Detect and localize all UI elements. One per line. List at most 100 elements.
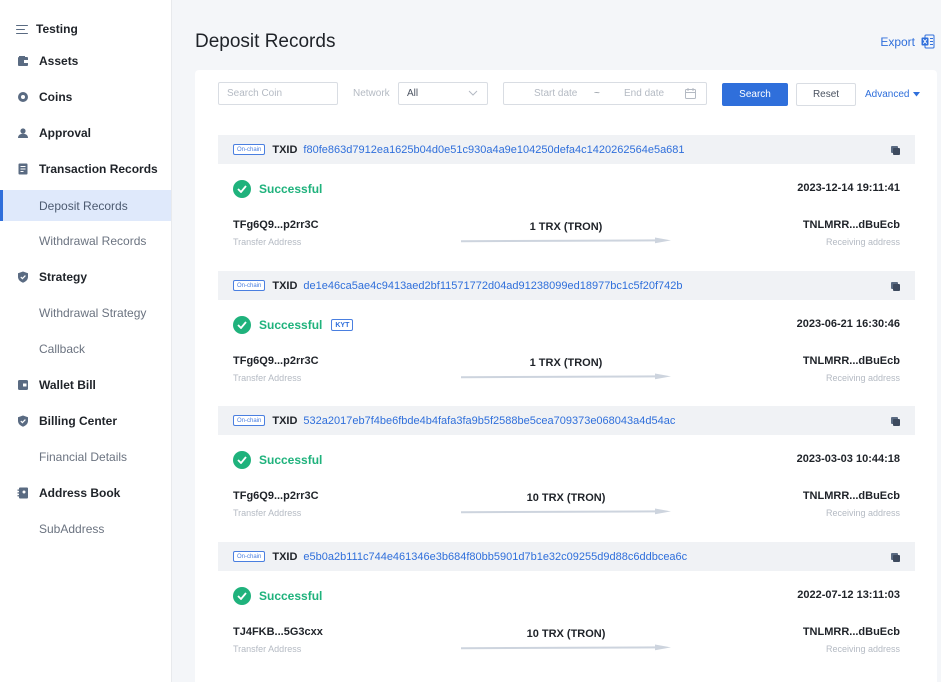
status: Successful: [233, 451, 322, 469]
check-circle-icon: [233, 587, 251, 605]
txid-link[interactable]: e5b0a2b111c744e461346e3b684f80bb5901d7b1…: [303, 551, 687, 563]
records-panel: Search Coin Network All Start date ~ End…: [195, 70, 937, 682]
wallet-icon: [17, 55, 29, 67]
sidebar-item-subaddress[interactable]: SubAddress: [0, 513, 171, 544]
record-time: 2022-07-12 13:11:03: [797, 589, 900, 601]
copy-icon[interactable]: [891, 417, 900, 426]
sidebar-item-withdrawal-records[interactable]: Withdrawal Records: [0, 225, 171, 256]
sidebar-item-deposit-records[interactable]: Deposit Records: [0, 190, 171, 221]
sidebar-item-strategy[interactable]: Strategy: [0, 261, 171, 292]
check-circle-icon: [233, 180, 251, 198]
bill-icon: [17, 379, 29, 391]
network-select[interactable]: All: [398, 82, 488, 105]
txid-link[interactable]: de1e46ca5ae4c9413aed2bf11571772d04ad9123…: [303, 280, 682, 292]
amount: 1 TRX (TRON): [529, 357, 603, 369]
caret-down-icon: [913, 92, 921, 97]
status-text: Successful: [259, 589, 323, 603]
sidebar-item-financial-details[interactable]: Financial Details: [0, 441, 171, 472]
transfer-address: TFg6Q9...p2rr3C: [233, 219, 319, 231]
txid-link[interactable]: 532a2017eb7f4be6fbde4b4fafa3fa9b5f2588be…: [303, 415, 675, 427]
receiving-address-label: Receiving address: [825, 237, 900, 247]
transfer-address: TFg6Q9...p2rr3C: [233, 355, 319, 367]
deposit-record: On-chain TXID f80fe863d7912ea1625b04d0e5…: [218, 135, 915, 265]
sidebar-item-callback[interactable]: Callback: [0, 333, 171, 364]
search-coin-input[interactable]: Search Coin: [218, 82, 338, 105]
status-text: Successful: [259, 453, 323, 467]
receiving-address-label: Receiving address: [825, 644, 900, 654]
transfer-address-label: Transfer Address: [233, 237, 302, 247]
sidebar-item-approval[interactable]: Approval: [0, 117, 171, 148]
record-time: 2023-03-03 10:44:18: [796, 453, 900, 465]
copy-icon[interactable]: [891, 146, 900, 155]
sidebar-item-billing-center[interactable]: Billing Center: [0, 405, 171, 436]
export-label: Export: [880, 34, 915, 49]
kyt-badge: KYT: [331, 319, 354, 331]
menu-icon[interactable]: [16, 24, 28, 34]
document-icon: [17, 163, 29, 175]
on-chain-badge: On-chain: [233, 144, 266, 155]
sidebar-item-withdrawal-strategy[interactable]: Withdrawal Strategy: [0, 297, 171, 328]
txid-link[interactable]: f80fe863d7912ea1625b04d0e51c930a4a9e1042…: [303, 144, 684, 156]
record-time: 2023-12-14 19:11:41: [797, 182, 900, 194]
sidebar-item-coins[interactable]: Coins: [0, 81, 171, 112]
sidebar-item-assets[interactable]: Assets: [0, 45, 171, 76]
book-icon: [17, 487, 29, 499]
receiving-address: TNLMRR...dBuEcb: [802, 626, 900, 638]
copy-icon[interactable]: [891, 282, 900, 291]
receiving-address: TNLMRR...dBuEcb: [802, 219, 900, 231]
record-header: On-chain TXID 532a2017eb7f4be6fbde4b4faf…: [218, 406, 915, 435]
check-circle-icon: [233, 451, 251, 469]
transfer-address: TJ4FKB...5G3cxx: [233, 626, 323, 638]
filter-bar: Search Coin Network All Start date ~ End…: [195, 70, 937, 120]
amount: 10 TRX (TRON): [526, 628, 606, 640]
start-date-input[interactable]: Start date: [534, 88, 577, 99]
end-date-input[interactable]: End date: [624, 88, 664, 99]
sidebar: Testing Assets Coins Approval Transactio…: [0, 0, 172, 682]
date-separator: ~: [594, 88, 600, 99]
status-text: Successful: [259, 182, 323, 196]
deposit-record: On-chain TXID de1e46ca5ae4c9413aed2bf115…: [218, 271, 915, 401]
arrow-right-icon: [461, 644, 671, 651]
transfer-address-label: Transfer Address: [233, 644, 302, 654]
calendar-icon: [685, 88, 696, 99]
transfer-address-label: Transfer Address: [233, 373, 302, 383]
amount: 1 TRX (TRON): [529, 221, 603, 233]
shield-icon: [17, 271, 29, 283]
status: Successful: [233, 587, 322, 605]
copy-icon[interactable]: [891, 553, 900, 562]
export-button[interactable]: Export: [880, 34, 935, 49]
txid-label: TXID: [272, 143, 298, 156]
excel-icon: [921, 34, 935, 49]
receiving-address-label: Receiving address: [825, 373, 900, 383]
workspace-name: Testing: [36, 22, 78, 36]
arrow-right-icon: [461, 373, 671, 380]
search-button[interactable]: Search: [722, 83, 788, 106]
date-range-picker[interactable]: Start date ~ End date: [503, 82, 707, 105]
arrow-right-icon: [461, 237, 671, 244]
shield-check-icon: [17, 415, 29, 427]
arrow-right-icon: [461, 508, 671, 515]
user-icon: [17, 127, 29, 139]
status-text: Successful: [259, 318, 323, 332]
receiving-address-label: Receiving address: [825, 508, 900, 518]
record-header: On-chain TXID e5b0a2b111c744e461346e3b68…: [218, 542, 915, 571]
deposit-record: On-chain TXID 532a2017eb7f4be6fbde4b4faf…: [218, 406, 915, 536]
coin-icon: [17, 91, 29, 103]
network-label: Network: [353, 88, 390, 99]
sidebar-header[interactable]: Testing: [0, 15, 171, 43]
txid-label: TXID: [272, 414, 298, 427]
amount: 10 TRX (TRON): [526, 492, 606, 504]
txid-label: TXID: [272, 550, 298, 563]
chevron-down-icon: [468, 90, 478, 96]
status: Successful: [233, 180, 322, 198]
advanced-toggle[interactable]: Advanced: [865, 89, 921, 100]
receiving-address: TNLMRR...dBuEcb: [802, 355, 900, 367]
sidebar-item-address-book[interactable]: Address Book: [0, 477, 171, 508]
reset-button[interactable]: Reset: [796, 83, 856, 106]
transfer-address: TFg6Q9...p2rr3C: [233, 490, 319, 502]
sidebar-item-wallet-bill[interactable]: Wallet Bill: [0, 369, 171, 400]
transfer-address-label: Transfer Address: [233, 508, 302, 518]
on-chain-badge: On-chain: [233, 415, 266, 426]
check-circle-icon: [233, 316, 251, 334]
sidebar-item-transaction-records[interactable]: Transaction Records: [0, 153, 171, 184]
